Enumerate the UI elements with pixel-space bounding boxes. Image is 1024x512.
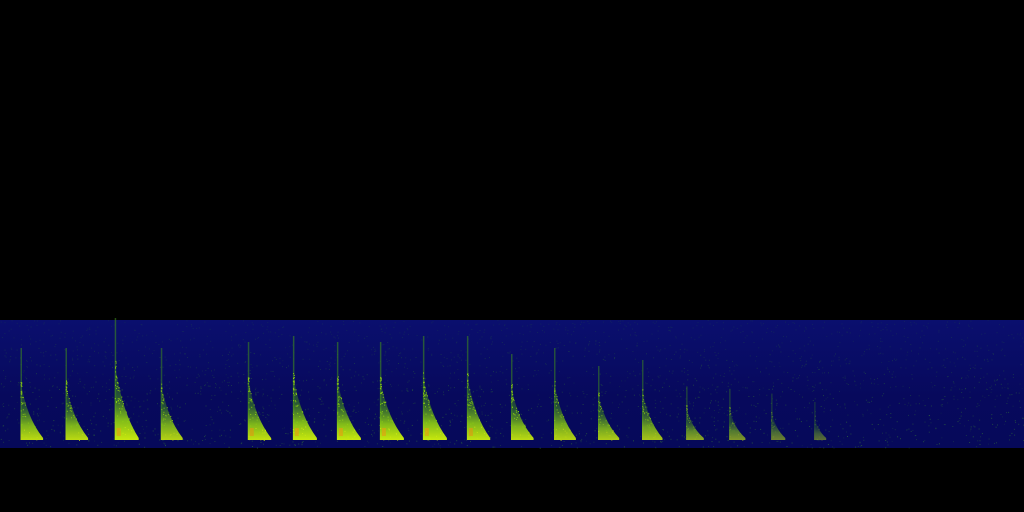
call-mark — [336, 342, 361, 440]
call-mark — [511, 354, 534, 440]
call-mark — [379, 342, 404, 441]
call-mark — [729, 388, 746, 441]
call-mark — [160, 348, 183, 441]
call-mark — [686, 386, 704, 440]
call-mark — [114, 318, 139, 440]
call-mark — [247, 342, 272, 441]
call-mark — [65, 348, 89, 441]
call-mark — [814, 402, 827, 441]
call-mark — [554, 348, 576, 441]
spectrogram-plot — [0, 318, 1024, 449]
call-mark — [466, 336, 491, 440]
call-mark — [642, 360, 663, 440]
call-mark — [422, 336, 447, 441]
calls-layer — [20, 318, 827, 441]
call-mark — [771, 393, 786, 440]
spectrogram-canvas — [0, 0, 1024, 512]
call-mark — [20, 348, 44, 441]
call-mark — [598, 366, 620, 441]
